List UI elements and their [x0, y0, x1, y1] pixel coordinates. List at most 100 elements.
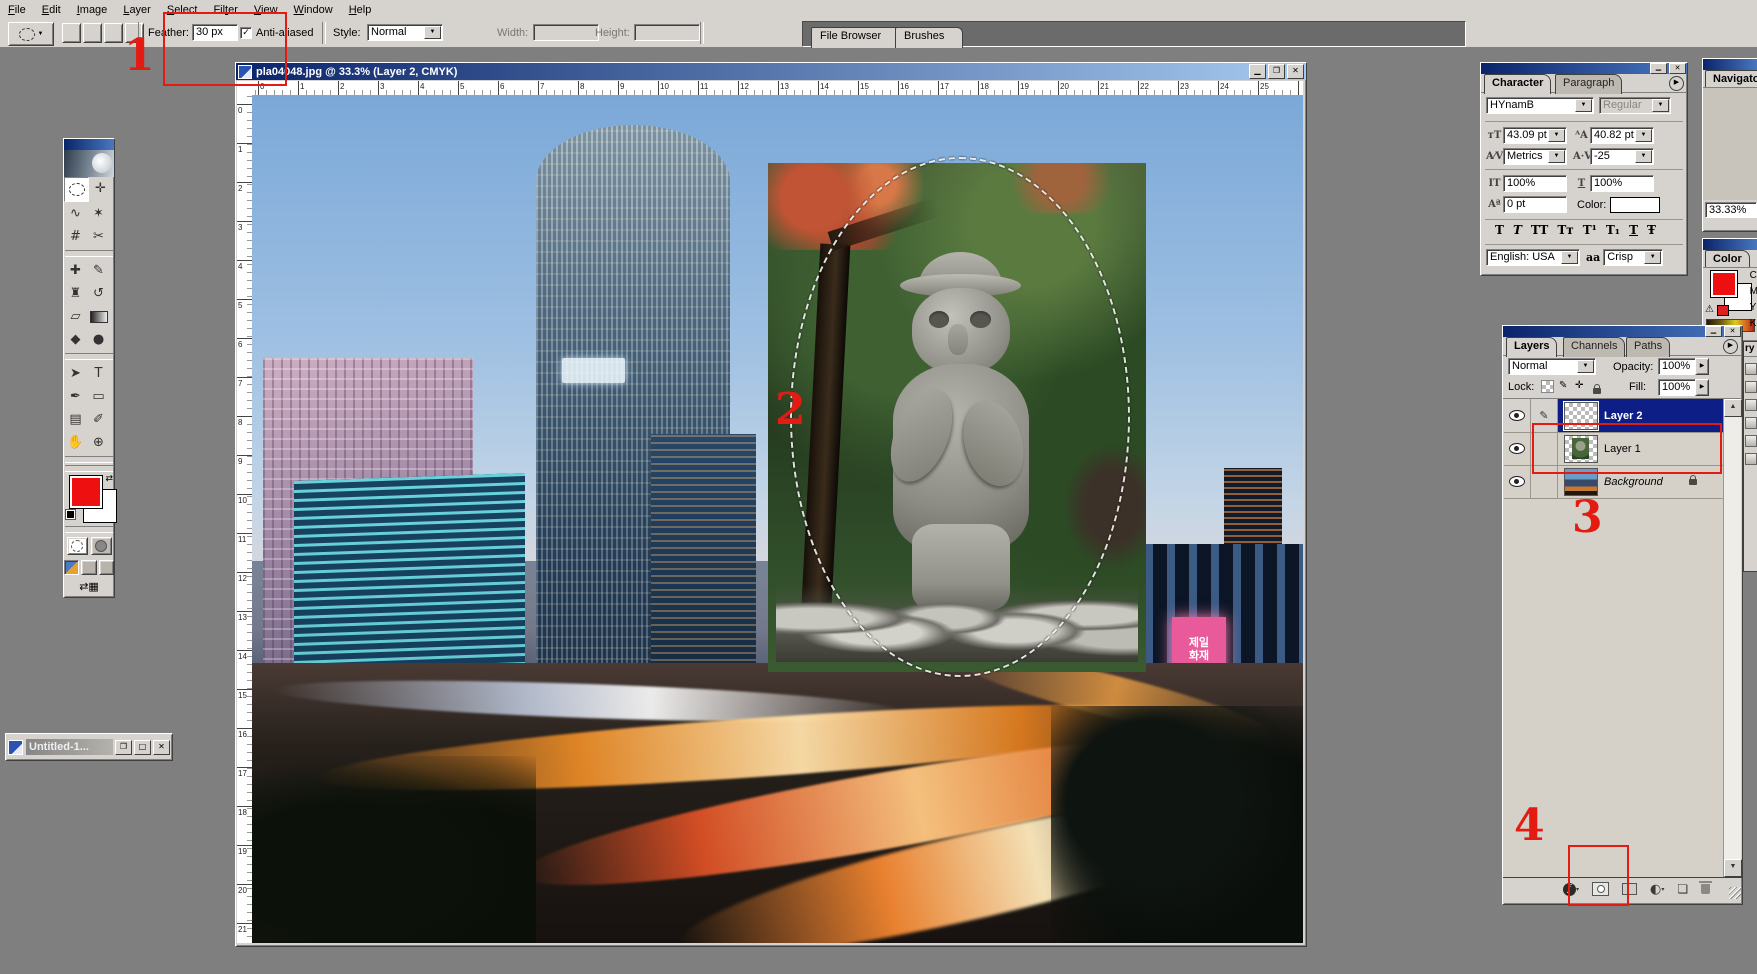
- tab-layers[interactable]: Layers: [1506, 337, 1557, 357]
- navigator-preview[interactable]: [1703, 88, 1757, 200]
- close-button[interactable]: ✕: [1287, 64, 1304, 79]
- eyedropper-tool[interactable]: ✐: [87, 408, 110, 431]
- chevron-down-icon[interactable]: ▼: [1561, 251, 1578, 264]
- scroll-up-icon[interactable]: ▲: [1724, 399, 1742, 417]
- dock-icon[interactable]: [1745, 399, 1757, 411]
- delete-layer-button[interactable]: [1701, 884, 1710, 894]
- close-button[interactable]: ✕: [153, 740, 170, 755]
- dodge-tool[interactable]: ●: [87, 328, 110, 351]
- dock-icon[interactable]: [1745, 363, 1757, 375]
- faux-style-button[interactable]: TT: [1531, 223, 1548, 237]
- width-input[interactable]: [533, 24, 599, 41]
- baseline-shift-input[interactable]: 0 pt: [1503, 196, 1567, 213]
- document-title-bar[interactable]: pla04048.jpg @ 33.3% (Layer 2, CMYK) ▁ ❐…: [236, 63, 1306, 80]
- standard-mode-button[interactable]: [67, 537, 88, 555]
- leading-select[interactable]: 40.82 pt▼: [1590, 127, 1654, 144]
- new-selection-button[interactable]: [62, 23, 81, 43]
- healing-brush-tool[interactable]: ✚: [64, 259, 87, 282]
- menu-help[interactable]: Help: [341, 2, 380, 18]
- menu-window[interactable]: Window: [286, 2, 341, 18]
- foreground-color-swatch[interactable]: [70, 476, 102, 508]
- crop-tool[interactable]: #: [64, 225, 87, 248]
- add-selection-button[interactable]: [83, 23, 102, 43]
- close-button[interactable]: ✕: [1724, 326, 1741, 337]
- statue-layer-image[interactable]: [768, 163, 1146, 672]
- navigator-title-bar[interactable]: [1703, 59, 1757, 70]
- path-selection-tool[interactable]: ➤: [64, 362, 87, 385]
- minimized-document-window[interactable]: Untitled-1... ❐ □ ✕: [5, 733, 173, 761]
- tool-preset-picker[interactable]: ▼: [8, 22, 54, 46]
- visibility-toggle[interactable]: [1504, 432, 1531, 465]
- palette-menu-icon[interactable]: ▶: [1723, 339, 1738, 354]
- menu-layer[interactable]: Layer: [115, 2, 159, 18]
- lasso-tool[interactable]: ∿: [64, 202, 87, 225]
- tab-color[interactable]: Color: [1705, 250, 1750, 268]
- chevron-down-icon[interactable]: ▼: [1635, 150, 1652, 163]
- faux-style-button[interactable]: T¹: [1583, 223, 1597, 237]
- horizontal-ruler[interactable]: 0123456789101112131415161718192021222324…: [252, 81, 1303, 96]
- file-browser-tab[interactable]: File Browser: [811, 27, 907, 48]
- dock-icon[interactable]: [1745, 435, 1757, 447]
- lock-image-icon[interactable]: ✎: [1559, 380, 1567, 391]
- new-layer-button[interactable]: ❏: [1677, 882, 1688, 896]
- chevron-down-icon[interactable]: ▼: [1644, 251, 1661, 264]
- clone-stamp-tool[interactable]: ♜: [64, 282, 87, 305]
- font-style-select[interactable]: Regular▼: [1599, 97, 1671, 114]
- layers-scrollbar[interactable]: ▲ ▼: [1723, 399, 1741, 877]
- clipped-tab-text[interactable]: ry: [1744, 341, 1757, 357]
- fill-field[interactable]: 100%: [1658, 379, 1698, 396]
- tab-character[interactable]: Character: [1484, 74, 1551, 94]
- dock-icon[interactable]: [1745, 381, 1757, 393]
- chevron-down-icon[interactable]: ▼: [1575, 99, 1592, 112]
- type-color-swatch[interactable]: [1610, 197, 1660, 213]
- layer-name[interactable]: Layer 2: [1604, 410, 1643, 422]
- faux-style-button[interactable]: Tт: [1557, 223, 1573, 237]
- standard-screen-mode-button[interactable]: [64, 560, 79, 575]
- resize-grip[interactable]: [1729, 887, 1741, 899]
- maximize-button[interactable]: □: [134, 740, 151, 755]
- faux-style-button[interactable]: T: [1629, 223, 1638, 237]
- lock-all-icon[interactable]: [1593, 388, 1601, 394]
- gamut-warning-icon[interactable]: ⚠: [1705, 304, 1714, 315]
- brush-tool[interactable]: ✎: [87, 259, 110, 282]
- hand-tool[interactable]: ✋: [64, 431, 87, 454]
- fullscreen-mode-button[interactable]: [99, 560, 114, 575]
- faux-style-button[interactable]: T: [1495, 223, 1504, 237]
- layers-palette-title-bar[interactable]: ▁ ✕: [1503, 326, 1742, 337]
- chevron-down-icon[interactable]: ▼: [424, 26, 441, 39]
- kerning-select[interactable]: Metrics▼: [1503, 148, 1567, 165]
- faux-style-button[interactable]: T: [1513, 223, 1522, 237]
- jump-to-imageready-button[interactable]: ⇄▦: [64, 578, 114, 597]
- height-input[interactable]: [634, 24, 700, 41]
- magic-wand-tool[interactable]: ✶: [87, 202, 110, 225]
- tracking-select[interactable]: -25▼: [1590, 148, 1654, 165]
- palette-menu-icon[interactable]: ▶: [1669, 76, 1684, 91]
- notes-tool[interactable]: ▤: [64, 408, 87, 431]
- history-brush-tool[interactable]: ↺: [87, 282, 110, 305]
- faux-style-button[interactable]: T₁: [1606, 223, 1620, 237]
- quick-mask-mode-button[interactable]: [91, 537, 112, 555]
- visibility-toggle[interactable]: [1504, 465, 1531, 498]
- blend-mode-select[interactable]: Normal▼: [1508, 358, 1596, 375]
- shape-tool[interactable]: ▭: [87, 385, 110, 408]
- font-size-select[interactable]: 43.09 pt▼: [1503, 127, 1567, 144]
- menu-edit[interactable]: Edit: [34, 2, 69, 18]
- tab-paragraph[interactable]: Paragraph: [1555, 74, 1622, 94]
- vertical-scale-input[interactable]: 100%: [1503, 175, 1567, 192]
- opacity-slider-icon[interactable]: ▶: [1695, 358, 1709, 375]
- tab-navigator[interactable]: Navigator: [1705, 70, 1757, 88]
- minimize-button[interactable]: ▁: [1650, 63, 1667, 74]
- scroll-down-icon[interactable]: ▼: [1724, 859, 1742, 877]
- chevron-down-icon[interactable]: ▼: [1635, 129, 1652, 142]
- navigator-zoom-field[interactable]: 33.33%: [1705, 202, 1757, 218]
- dock-icon[interactable]: [1745, 417, 1757, 429]
- tab-paths[interactable]: Paths: [1626, 337, 1670, 357]
- pen-tool[interactable]: ✒: [64, 385, 87, 408]
- adjustment-layer-button[interactable]: ◐▾: [1650, 882, 1664, 897]
- eraser-tool[interactable]: ▱: [64, 305, 87, 328]
- tab-channels[interactable]: Channels: [1563, 337, 1625, 357]
- menu-file[interactable]: File: [0, 2, 34, 18]
- language-select[interactable]: English: USA▼: [1486, 249, 1580, 266]
- restore-button[interactable]: ❐: [1268, 64, 1285, 79]
- zoom-tool[interactable]: ⊕: [87, 431, 110, 454]
